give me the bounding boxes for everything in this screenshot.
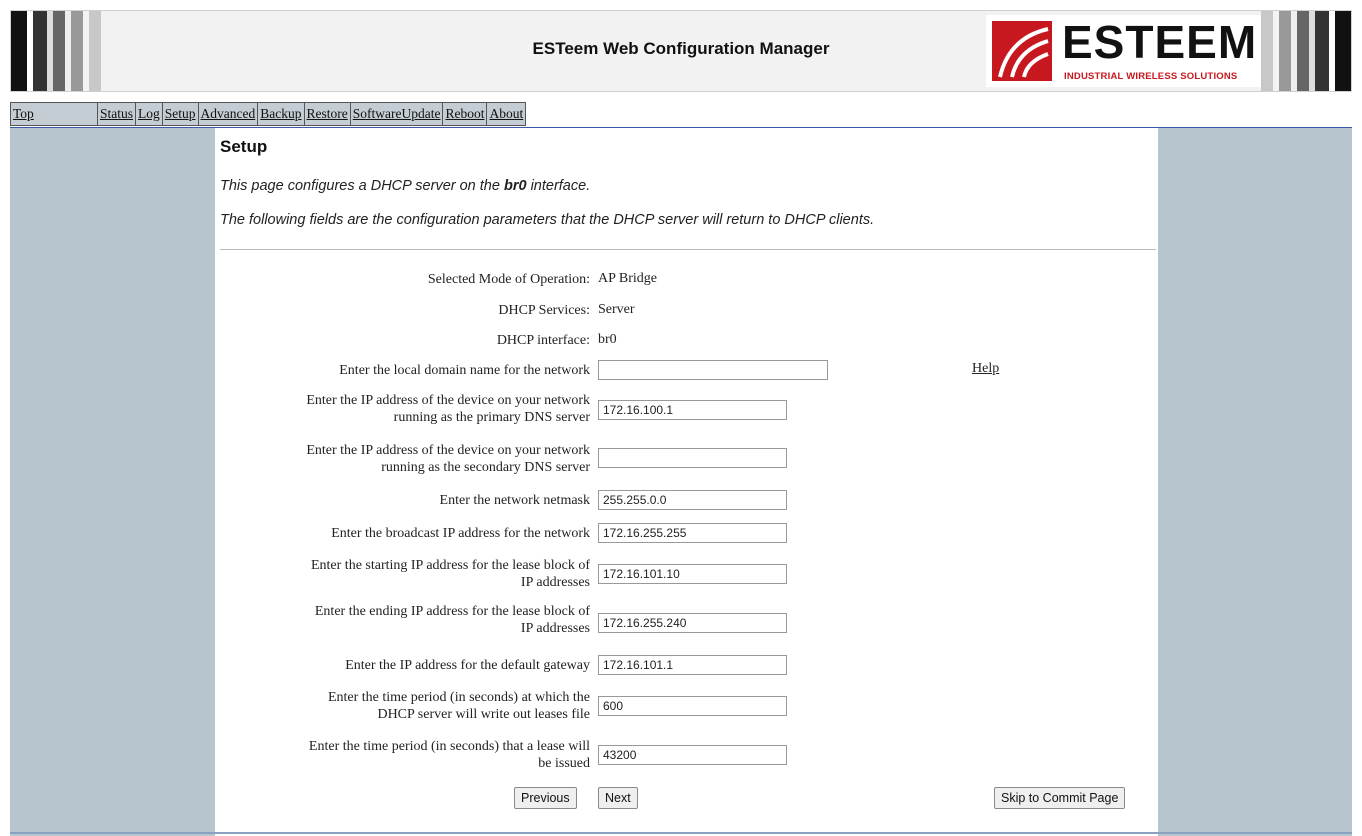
lease-write-period-label-line2: DHCP server will write out leases file bbox=[377, 707, 590, 722]
lease-start-input[interactable] bbox=[598, 564, 787, 584]
page-title: Setup bbox=[220, 137, 268, 156]
gateway-input[interactable] bbox=[598, 655, 787, 675]
nav-backup[interactable]: Backup bbox=[257, 102, 304, 126]
secondary-dns-label-line2: running as the secondary DNS server bbox=[381, 460, 590, 475]
nav-advanced[interactable]: Advanced bbox=[197, 102, 258, 126]
intro-text-2: The following fields are the configurati… bbox=[220, 212, 875, 228]
lease-end-label-line1: Enter the ending IP address for the leas… bbox=[314, 604, 590, 619]
nav-reboot[interactable]: Reboot bbox=[442, 102, 487, 126]
lease-write-period-label: Enter the time period (in seconds) at wh… bbox=[328, 689, 590, 723]
bottom-border bbox=[10, 832, 1352, 834]
nav-restore[interactable]: Restore bbox=[303, 102, 350, 126]
setup-content: Setup This page configures a DHCP server… bbox=[215, 128, 1158, 836]
nav-status[interactable]: Status bbox=[97, 102, 136, 126]
intro-text-pre: This page configures a DHCP server on th… bbox=[220, 178, 504, 194]
lease-time-label: Enter the time period (in seconds) that … bbox=[309, 738, 590, 772]
logo-wordmark: ESTEEM bbox=[1062, 16, 1258, 68]
nav-setup[interactable]: Setup bbox=[161, 102, 198, 126]
lease-end-label: Enter the ending IP address for the leas… bbox=[315, 603, 590, 637]
lease-start-label-line2: IP addresses bbox=[520, 575, 590, 590]
skip-to-commit-button[interactable]: Skip to Commit Page bbox=[994, 787, 1126, 809]
lease-write-period-input[interactable] bbox=[598, 696, 787, 716]
intro-text-post: interface. bbox=[526, 178, 591, 194]
primary-dns-input[interactable] bbox=[598, 400, 787, 420]
help-link[interactable]: Help bbox=[972, 361, 999, 377]
lease-time-input[interactable] bbox=[598, 745, 787, 765]
previous-button[interactable]: Previous bbox=[514, 787, 577, 809]
dhcp-services-value: Server bbox=[598, 302, 635, 317]
netmask-input[interactable] bbox=[598, 490, 787, 510]
lease-time-label-line2: be issued bbox=[538, 756, 590, 771]
domain-name-input[interactable] bbox=[598, 360, 828, 380]
mode-label: Selected Mode of Operation: bbox=[427, 272, 590, 287]
nav-software-update[interactable]: SoftwareUpdate bbox=[349, 102, 443, 126]
decorative-bars-right bbox=[1261, 11, 1351, 91]
primary-dns-label-line1: Enter the IP address of the device on yo… bbox=[306, 393, 590, 408]
esteem-logo: ESTEEM INDUSTRIAL WIRELESS SOLUTIONS bbox=[986, 15, 1274, 87]
lease-time-label-line1: Enter the time period (in seconds) that … bbox=[308, 739, 590, 754]
dhcp-services-label: DHCP Services: bbox=[498, 303, 590, 318]
dhcp-interface-label: DHCP interface: bbox=[496, 333, 590, 348]
broadcast-input[interactable] bbox=[598, 523, 787, 543]
dhcp-interface-value: br0 bbox=[598, 332, 617, 347]
secondary-dns-input[interactable] bbox=[598, 448, 787, 468]
lease-end-label-line2: IP addresses bbox=[520, 621, 590, 636]
logo-mark-icon bbox=[992, 21, 1052, 81]
secondary-dns-label-line1: Enter the IP address of the device on yo… bbox=[306, 443, 590, 458]
primary-dns-label-line2: running as the primary DNS server bbox=[393, 410, 590, 425]
header-banner: ESTeem Web Configuration Manager ESTEEM … bbox=[10, 10, 1352, 92]
broadcast-label: Enter the broadcast IP address for the n… bbox=[331, 526, 590, 541]
next-button[interactable]: Next bbox=[598, 787, 638, 809]
intro-text: This page configures a DHCP server on th… bbox=[220, 178, 590, 194]
divider bbox=[220, 249, 1156, 250]
right-margin-panel bbox=[1158, 128, 1352, 836]
gateway-label: Enter the IP address for the default gat… bbox=[345, 658, 590, 673]
domain-label: Enter the local domain name for the netw… bbox=[339, 363, 590, 378]
nav-log[interactable]: Log bbox=[135, 102, 162, 126]
secondary-dns-label: Enter the IP address of the device on yo… bbox=[306, 442, 590, 476]
lease-write-period-label-line1: Enter the time period (in seconds) at wh… bbox=[327, 690, 590, 705]
lease-start-label: Enter the starting IP address for the le… bbox=[311, 557, 590, 591]
logo-tagline: INDUSTRIAL WIRELESS SOLUTIONS bbox=[1064, 71, 1238, 82]
main-nav: Top Status Log Setup Advanced Backup Res… bbox=[10, 102, 527, 126]
primary-dns-label: Enter the IP address of the device on yo… bbox=[306, 392, 590, 426]
mode-value: AP Bridge bbox=[598, 271, 657, 286]
left-margin-panel bbox=[10, 128, 215, 836]
lease-start-label-line1: Enter the starting IP address for the le… bbox=[310, 558, 590, 573]
netmask-label: Enter the network netmask bbox=[439, 493, 590, 508]
lease-end-input[interactable] bbox=[598, 613, 787, 633]
intro-interface-name: br0 bbox=[503, 178, 527, 194]
nav-top[interactable]: Top bbox=[10, 102, 97, 126]
nav-about[interactable]: About bbox=[486, 102, 527, 126]
